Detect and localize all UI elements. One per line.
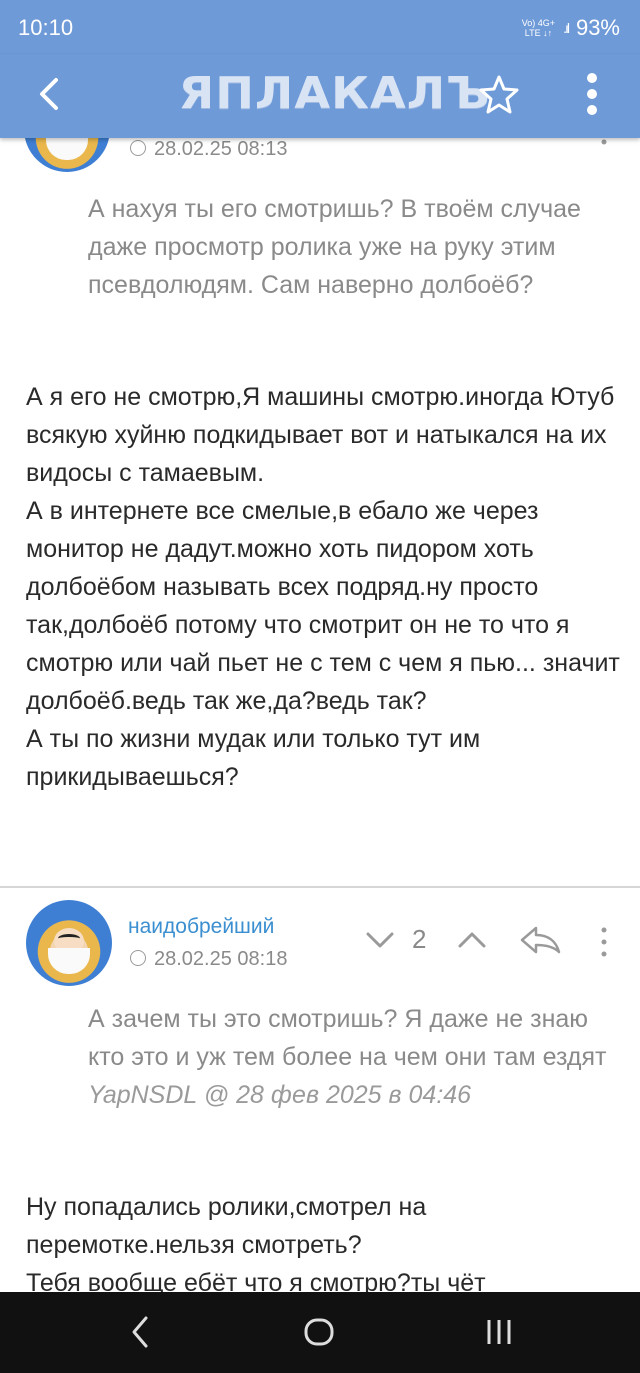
app-header: ЯПЛАКАЛЪ [0, 54, 640, 138]
comment-date: 28.02.25 08:13 [130, 138, 287, 161]
nav-home-icon[interactable] [302, 1314, 336, 1350]
back-arrow-icon[interactable] [30, 72, 70, 116]
comment-menu-icon[interactable] [598, 926, 610, 958]
comment-body: А я его не смотрю,Я машины смотрю.иногда… [26, 378, 620, 796]
comment-paragraph: Тебя вообще ебёт что я смотрю?ты чёт [26, 1269, 486, 1292]
avatar[interactable] [26, 900, 112, 986]
reply-icon[interactable] [518, 924, 562, 956]
system-nav-bar [0, 1292, 640, 1373]
vote-down-icon[interactable] [364, 928, 396, 952]
comments-feed[interactable]: 28.02.25 08:13 А нахуя ты его смотришь? … [0, 138, 640, 1292]
comment-paragraph: А ты по жизни мудак или только тут им пр… [26, 725, 481, 791]
comment-paragraph: Ну попадались ролики,смотрел на перемотк… [26, 1193, 427, 1259]
comment-date: 28.02.25 08:18 [130, 948, 287, 971]
signal-icon: .ıl [563, 20, 570, 36]
avatar[interactable] [24, 138, 110, 172]
vote-up-icon[interactable] [456, 928, 488, 952]
status-time: 10:10 [18, 15, 74, 40]
quote-text: А зачем ты это смотришь? Я даже не знаю … [88, 1005, 607, 1071]
clock-icon [130, 950, 146, 966]
quote-author[interactable]: YapNSDL @ 28 фев 2025 в 04:46 [88, 1076, 608, 1114]
more-vert-icon[interactable] [580, 70, 604, 118]
clock-icon [130, 140, 146, 156]
nav-back-icon[interactable] [128, 1314, 152, 1350]
battery-level: 93% [575, 15, 620, 40]
comment-body: Ну попадались ролики,смотрел на перемотк… [26, 1188, 620, 1292]
comment-menu-icon[interactable] [598, 138, 610, 150]
star-icon[interactable] [478, 72, 520, 116]
comment-username[interactable]: наидобрейший [128, 915, 274, 939]
nav-recents-icon[interactable] [484, 1314, 514, 1350]
site-logo[interactable]: ЯПЛАКАЛЪ [179, 68, 491, 119]
quote-text: А нахуя ты его смотришь? В твоём случае … [88, 195, 581, 299]
status-bar: 10:10 Vo) 4G+ LTE ↓↑ .ıl 93% [0, 0, 640, 54]
comment-divider [0, 886, 640, 888]
comment-paragraph: А в интернете все смелые,в ебало же чере… [26, 497, 620, 715]
network-indicator: Vo) 4G+ LTE ↓↑ [521, 18, 556, 38]
quote-block: А зачем ты это смотришь? Я даже не знаю … [88, 1000, 608, 1114]
status-icons: Vo) 4G+ LTE ↓↑ .ıl 93% [522, 15, 620, 41]
comment-paragraph: А я его не смотрю,Я машины смотрю.иногда… [26, 383, 615, 487]
